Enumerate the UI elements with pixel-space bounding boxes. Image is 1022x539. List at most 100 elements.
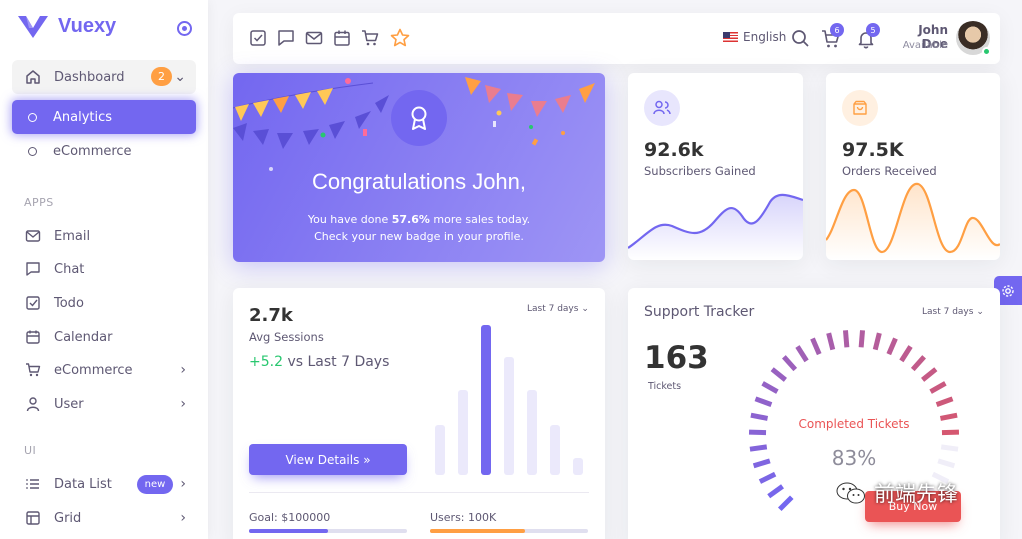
- cart-count-badge: 6: [830, 23, 844, 37]
- bar-6: [550, 425, 560, 475]
- users-icon: [644, 90, 680, 126]
- gauge-segment: [929, 381, 947, 394]
- cart-icon[interactable]: [361, 29, 379, 47]
- language-selector[interactable]: English: [723, 30, 786, 44]
- sidebar-collapse-toggle[interactable]: [177, 21, 192, 36]
- new-badge: new: [137, 475, 173, 494]
- gear-icon: [1002, 284, 1014, 297]
- watermark-text: 前端先锋: [874, 482, 958, 506]
- section-header-apps: APPS: [24, 196, 54, 209]
- completed-value: 83%: [831, 446, 877, 470]
- us-flag-icon: [723, 32, 738, 42]
- orders-sparkline: [826, 182, 1000, 260]
- double-chevron-right-icon: »: [363, 452, 371, 467]
- sales-percentage: 57.6%: [391, 213, 430, 226]
- check-square-icon[interactable]: [249, 29, 267, 47]
- orders-value: 97.5K: [842, 139, 904, 161]
- chevron-right-icon: ›: [180, 396, 186, 412]
- vuexy-logo-icon: [18, 16, 48, 38]
- user-icon: [24, 395, 42, 413]
- brand-name: Vuexy: [58, 14, 117, 37]
- chevron-down-icon: ⌄: [174, 69, 186, 85]
- gauge-segment: [758, 471, 777, 484]
- gauge-segment: [872, 332, 882, 351]
- mail-icon: [24, 227, 42, 245]
- subscribers-label: Subscribers Gained: [644, 164, 756, 178]
- gauge-segment: [767, 484, 784, 499]
- sidebar-item-label: Email: [54, 228, 91, 244]
- view-details-button[interactable]: View Details »: [249, 444, 407, 475]
- chat-icon[interactable]: [277, 29, 295, 47]
- gauge-segment: [937, 458, 956, 469]
- bar-7: [573, 458, 583, 475]
- cart-icon: [24, 361, 42, 379]
- sidebar-item-grid[interactable]: Grid ›: [12, 501, 196, 535]
- gauge-segment: [761, 381, 779, 394]
- gauge-segment: [935, 396, 954, 408]
- mail-icon[interactable]: [305, 29, 323, 47]
- bar-4: [504, 357, 514, 475]
- avg-sessions-card: 2.7k Last 7 days ⌄ Avg Sessions +5.2 vs …: [233, 288, 605, 539]
- language-label: English: [743, 30, 787, 44]
- sidebar-item-label: eCommerce: [54, 362, 133, 378]
- gauge-segment: [899, 345, 913, 363]
- sidebar-item-ecommerce[interactable]: eCommerce ›: [12, 353, 196, 387]
- chevron-right-icon: ›: [180, 476, 186, 492]
- gauge-segment: [777, 495, 794, 512]
- gauge-segment: [910, 355, 926, 372]
- subscribers-card: 92.6k Subscribers Gained: [628, 73, 803, 260]
- check-square-icon: [24, 294, 42, 312]
- dashboard-count-badge: 2: [151, 67, 172, 86]
- gauge-segment: [749, 444, 768, 452]
- gauge-segment: [858, 330, 866, 348]
- users-progress-fill: [430, 529, 525, 533]
- calendar-icon[interactable]: [333, 29, 351, 47]
- chevron-right-icon: ›: [180, 510, 186, 526]
- sidebar-item-data-list[interactable]: Data List new ›: [12, 467, 196, 501]
- congratulations-submessage: Check your new badge in your profile.: [314, 230, 524, 243]
- message-text: more sales today.: [429, 213, 531, 226]
- sidebar-item-label: Analytics: [53, 109, 113, 125]
- congratulations-title: Congratulations John,: [311, 169, 527, 194]
- search-icon[interactable]: [791, 29, 810, 48]
- chat-icon: [24, 260, 42, 278]
- sidebar-item-dashboard[interactable]: Dashboard 2 ⌄: [12, 60, 196, 94]
- sidebar-item-label: Calendar: [54, 329, 113, 345]
- gauge-segment: [795, 345, 809, 363]
- sidebar-item-label: Todo: [54, 295, 84, 311]
- gauge-segment: [939, 412, 958, 421]
- sidebar: Vuexy Dashboard 2 ⌄ Analytics eCommerce …: [0, 0, 208, 539]
- circle-icon: [28, 112, 37, 122]
- calendar-icon: [24, 328, 42, 346]
- gauge-segment: [782, 355, 798, 372]
- sidebar-item-label: User: [54, 396, 84, 412]
- gauge-segment: [750, 412, 769, 421]
- sidebar-item-user[interactable]: User ›: [12, 387, 196, 421]
- bar-5: [527, 390, 537, 475]
- sidebar-item-chat[interactable]: Chat: [12, 252, 196, 286]
- subscribers-sparkline: [628, 193, 803, 260]
- goal-progress-fill: [249, 529, 328, 533]
- star-icon[interactable]: [390, 28, 410, 48]
- gauge-segment: [770, 367, 787, 382]
- congratulations-message: You have done 57.6% more sales today.: [233, 213, 605, 226]
- gauge-segment: [842, 330, 850, 348]
- watermark: 前端先锋: [836, 478, 958, 508]
- brand[interactable]: Vuexy: [18, 14, 116, 38]
- sidebar-item-label: Dashboard: [54, 69, 125, 85]
- online-status-dot: [982, 47, 991, 56]
- users-progress-bar: [430, 529, 588, 533]
- sidebar-item-email[interactable]: Email: [12, 219, 196, 253]
- goal-label: Goal: $100000: [249, 511, 331, 524]
- orders-label: Orders Received: [842, 164, 937, 178]
- sidebar-item-calendar[interactable]: Calendar: [12, 320, 196, 354]
- congratulations-card: Congratulations John, You have done 57.6…: [233, 73, 605, 262]
- bar-3: [481, 325, 491, 475]
- sidebar-item-analytics[interactable]: Analytics: [12, 100, 196, 134]
- sidebar-item-ecommerce-dashboard[interactable]: eCommerce: [12, 134, 196, 168]
- goal-progress-bar: [249, 529, 407, 533]
- gauge-segment: [754, 396, 773, 408]
- home-icon: [24, 68, 42, 86]
- sidebar-item-todo[interactable]: Todo: [12, 286, 196, 320]
- sidebar-item-label: eCommerce: [53, 143, 132, 159]
